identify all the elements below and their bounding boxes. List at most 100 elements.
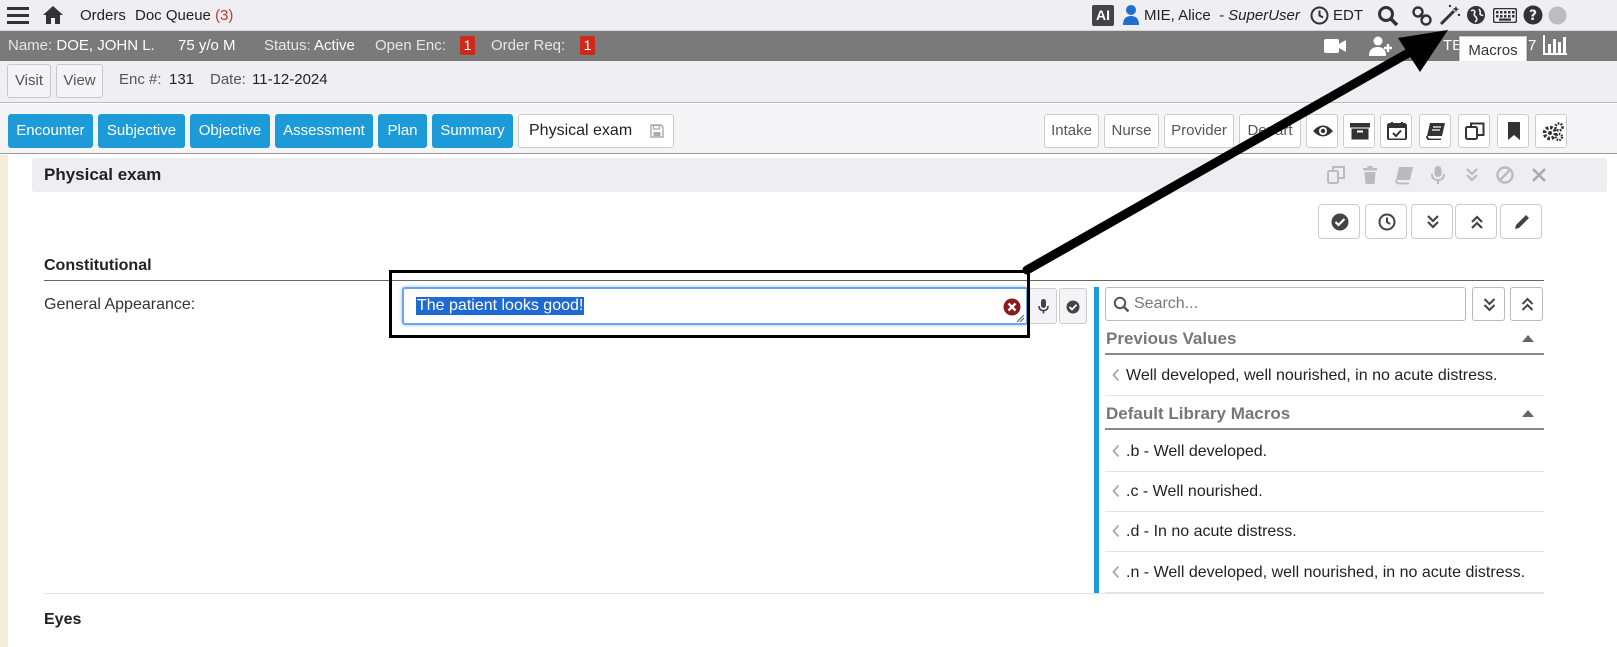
macro-search-input[interactable]: Search... xyxy=(1105,287,1466,321)
settings-button[interactable] xyxy=(1535,114,1567,148)
chevron-left-icon xyxy=(1112,368,1120,382)
chevron-left-icon xyxy=(1112,444,1120,458)
globe-icon[interactable] xyxy=(1466,5,1486,25)
list-item[interactable]: .c - Well nourished. xyxy=(1105,472,1544,512)
patient-age-value: 75 y/o M xyxy=(178,37,236,54)
dictate-button[interactable] xyxy=(1029,288,1057,324)
search-icon[interactable] xyxy=(1377,5,1399,27)
view-button[interactable]: View xyxy=(56,64,103,98)
list-item[interactable]: .b - Well developed. xyxy=(1105,432,1544,472)
tab-subjective[interactable]: Subjective xyxy=(98,114,185,148)
book-icon[interactable] xyxy=(1394,165,1414,185)
tab-encounter[interactable]: Encounter xyxy=(8,114,93,148)
copy-button[interactable] xyxy=(1458,114,1490,148)
calendar-check-icon xyxy=(1387,122,1407,140)
add-user-icon[interactable] xyxy=(1369,36,1393,56)
calendar-check-button[interactable] xyxy=(1380,114,1412,148)
list-item[interactable]: .n - Well developed, well nourished, in … xyxy=(1105,553,1544,593)
patient-status-label: Status: xyxy=(264,37,311,54)
double-chevron-up-icon xyxy=(1521,297,1534,311)
check-circle-icon xyxy=(1066,300,1080,314)
provider-button[interactable]: Provider xyxy=(1164,114,1234,148)
user-role: - SuperUser xyxy=(1219,7,1300,24)
current-section-label: Physical exam xyxy=(529,122,633,139)
magic-wand-icon[interactable] xyxy=(1439,4,1461,26)
patient-name-label: Name: xyxy=(8,37,53,54)
hamburger-menu-icon[interactable] xyxy=(7,6,29,24)
depart-button[interactable]: Depart xyxy=(1239,114,1301,148)
visit-button[interactable]: Visit xyxy=(7,64,51,98)
encounter-date: 11-12-2024 xyxy=(252,71,328,88)
caret-up-icon xyxy=(1522,410,1534,417)
user-name[interactable]: MIE, Alice xyxy=(1144,7,1211,24)
preview-button[interactable] xyxy=(1306,114,1338,148)
open-enc-badge[interactable]: 1 xyxy=(460,36,475,55)
intake-button[interactable]: Intake xyxy=(1044,114,1099,148)
collapse-all-button[interactable] xyxy=(1455,204,1497,239)
user-icon xyxy=(1123,5,1139,25)
patient-status: Active xyxy=(314,37,355,54)
caret-up-icon xyxy=(1522,335,1534,342)
microphone-icon[interactable] xyxy=(1428,165,1448,185)
physical-exam-header: Physical exam xyxy=(32,158,1607,192)
ban-icon[interactable] xyxy=(1495,165,1515,185)
accept-value-button[interactable] xyxy=(1059,288,1087,324)
edit-button[interactable] xyxy=(1500,204,1542,239)
encounter-bar: Visit View Enc #: 131 Date: 11-12-2024 xyxy=(0,61,1617,103)
trash-icon[interactable] xyxy=(1360,165,1380,185)
current-section-selector[interactable]: Physical exam xyxy=(518,114,674,148)
macro-text: .d - In no acute distress. xyxy=(1126,523,1297,540)
default-library-macros-header[interactable]: Default Library Macros xyxy=(1105,398,1544,430)
patient-status-field: Status: Active xyxy=(264,37,355,54)
previous-values-header[interactable]: Previous Values xyxy=(1105,323,1544,355)
expand-all-button[interactable] xyxy=(1411,204,1453,239)
physical-exam-title: Physical exam xyxy=(44,165,162,184)
ai-badge[interactable]: AI xyxy=(1092,5,1114,26)
svg-text:?: ? xyxy=(1529,8,1537,24)
history-button[interactable] xyxy=(1365,204,1407,239)
enc-number: 131 xyxy=(169,71,195,88)
keyboard-icon[interactable] xyxy=(1493,8,1517,23)
previous-value-text: Well developed, well nourished, in no ac… xyxy=(1126,367,1498,384)
orders-link[interactable]: Orders xyxy=(80,7,126,24)
macro-text: .b - Well developed. xyxy=(1126,443,1268,460)
left-margin-strip xyxy=(0,155,8,647)
macros-collapse-button[interactable] xyxy=(1510,287,1543,321)
patient-name[interactable]: DOE, JOHN L. xyxy=(56,37,154,54)
list-item[interactable]: Well developed, well nourished, in no ac… xyxy=(1105,356,1544,396)
complete-button[interactable] xyxy=(1318,204,1360,239)
macros-panel-accent-bar xyxy=(1094,287,1099,593)
section-divider xyxy=(44,593,1544,594)
list-item[interactable]: .d - In no acute distress. xyxy=(1105,512,1544,552)
book-button[interactable] xyxy=(1419,114,1451,148)
tab-summary[interactable]: Summary xyxy=(432,114,513,148)
search-icon xyxy=(1113,296,1130,313)
open-enc-label: Open Enc: xyxy=(375,37,446,54)
save-icon[interactable] xyxy=(650,124,664,138)
copy-icon[interactable] xyxy=(1326,165,1346,185)
link-icon[interactable] xyxy=(1411,5,1433,27)
book-icon xyxy=(1426,123,1445,140)
nurse-button[interactable]: Nurse xyxy=(1104,114,1159,148)
close-icon[interactable] xyxy=(1529,165,1549,185)
double-chevron-down-icon xyxy=(1483,298,1496,312)
double-chevron-down-icon[interactable] xyxy=(1462,165,1482,185)
archive-icon xyxy=(1350,123,1370,140)
doc-queue-label: Doc Queue xyxy=(135,7,211,24)
tab-assessment[interactable]: Assessment xyxy=(275,114,373,148)
tab-objective[interactable]: Objective xyxy=(190,114,270,148)
video-camera-icon[interactable] xyxy=(1324,39,1346,53)
tab-plan[interactable]: Plan xyxy=(378,114,427,148)
timezone-label[interactable]: EDT xyxy=(1333,7,1363,24)
bookmark-button[interactable] xyxy=(1497,114,1529,148)
default-library-macros-title: Default Library Macros xyxy=(1106,404,1291,423)
order-req-badge[interactable]: 1 xyxy=(580,36,595,55)
double-chevron-up-icon xyxy=(1471,215,1483,229)
doc-queue-link[interactable]: Doc Queue (3) xyxy=(135,7,233,24)
bar-chart-icon[interactable] xyxy=(1543,35,1567,55)
help-icon[interactable]: ? xyxy=(1523,5,1543,25)
home-icon[interactable] xyxy=(42,5,64,25)
status-dot-icon xyxy=(1548,6,1567,25)
macros-expand-button[interactable] xyxy=(1472,287,1505,321)
archive-button[interactable] xyxy=(1343,114,1375,148)
